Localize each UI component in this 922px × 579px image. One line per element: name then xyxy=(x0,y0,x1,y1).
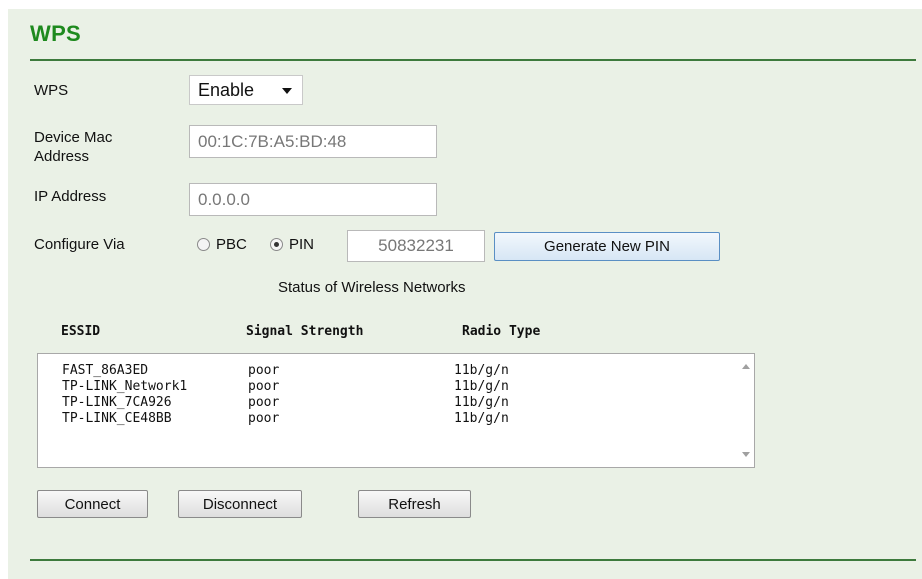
list-item[interactable]: FAST_86A3ED poor 11b/g/n xyxy=(38,363,738,379)
wps-panel: WPS WPS Enable Device Mac Address 00:1C:… xyxy=(8,9,922,579)
device-mac-label-line1: Device Mac xyxy=(34,129,113,146)
connect-button[interactable]: Connect xyxy=(37,490,148,518)
radio-pin-label: PIN xyxy=(289,236,315,253)
device-mac-field: 00:1C:7B:A5:BD:48 xyxy=(189,125,437,158)
ip-address-label: IP Address xyxy=(34,188,107,205)
generate-pin-button[interactable]: Generate New PIN xyxy=(494,232,720,261)
wps-label: WPS xyxy=(34,82,69,99)
list-item[interactable]: TP-LINK_Network1 poor 11b/g/n xyxy=(38,379,738,395)
radio-pbc-label: PBC xyxy=(216,236,247,253)
pin-field[interactable]: 50832231 xyxy=(347,230,485,262)
essid-cell: FAST_86A3ED xyxy=(62,363,149,378)
radio-pbc-button[interactable] xyxy=(197,238,210,251)
wps-select-value: Enable xyxy=(198,79,255,100)
essid-cell: TP-LINK_Network1 xyxy=(62,379,188,394)
networks-heading: Status of Wireless Networks xyxy=(278,279,466,296)
radio-pbc[interactable]: PBC xyxy=(197,236,247,253)
signal-cell: poor xyxy=(248,379,280,394)
device-mac-label-line2: Address xyxy=(34,148,90,165)
column-header-essid: ESSID xyxy=(61,324,101,339)
column-header-signal: Signal Strength xyxy=(246,324,364,339)
radio-cell: 11b/g/n xyxy=(454,411,509,426)
list-scrollbar[interactable] xyxy=(737,354,754,467)
column-header-radio: Radio Type xyxy=(462,324,541,339)
radio-cell: 11b/g/n xyxy=(454,379,509,394)
radio-cell: 11b/g/n xyxy=(454,395,509,410)
title-divider xyxy=(30,59,916,61)
ip-address-field: 0.0.0.0 xyxy=(189,183,437,216)
chevron-down-icon xyxy=(282,88,292,94)
list-item[interactable]: TP-LINK_7CA926 poor 11b/g/n xyxy=(38,395,738,411)
refresh-button[interactable]: Refresh xyxy=(358,490,471,518)
bottom-divider xyxy=(30,559,916,561)
scroll-up-icon[interactable] xyxy=(742,364,750,369)
device-mac-label: Device Mac Address xyxy=(34,128,112,166)
signal-cell: poor xyxy=(248,411,280,426)
configure-via-label: Configure Via xyxy=(34,236,125,253)
signal-cell: poor xyxy=(248,395,280,410)
radio-cell: 11b/g/n xyxy=(454,363,509,378)
scroll-down-icon[interactable] xyxy=(742,452,750,457)
essid-cell: TP-LINK_CE48BB xyxy=(62,411,172,426)
essid-cell: TP-LINK_7CA926 xyxy=(62,395,172,410)
page-title: WPS xyxy=(30,21,82,46)
signal-cell: poor xyxy=(248,363,280,378)
disconnect-button[interactable]: Disconnect xyxy=(178,490,302,518)
radio-pin-button[interactable] xyxy=(270,238,283,251)
radio-pin[interactable]: PIN xyxy=(270,236,314,253)
list-item[interactable]: TP-LINK_CE48BB poor 11b/g/n xyxy=(38,411,738,427)
network-list[interactable]: FAST_86A3ED poor 11b/g/n TP-LINK_Network… xyxy=(37,353,755,468)
wps-select[interactable]: Enable xyxy=(189,75,303,105)
